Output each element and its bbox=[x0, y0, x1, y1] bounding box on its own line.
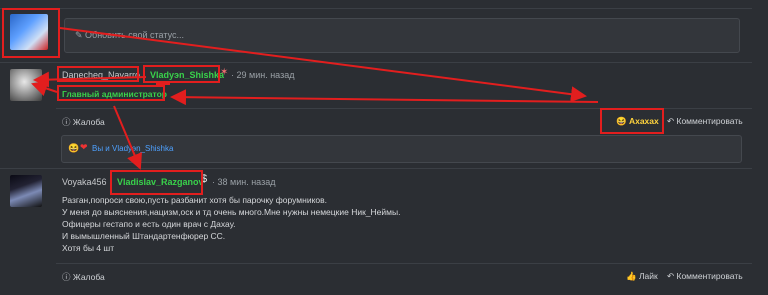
report-icon: ⓘ bbox=[62, 117, 71, 127]
star-icon: ✶ bbox=[220, 67, 229, 78]
top-divider bbox=[0, 8, 752, 9]
post1-report-button[interactable]: ⓘ Жалоба bbox=[62, 116, 105, 128]
post2-line: И вымышленный Штандартенфюрер СС. bbox=[62, 231, 226, 241]
status-input[interactable]: ✎ Обновить свой статус... bbox=[64, 18, 740, 53]
post2-avatar[interactable] bbox=[10, 175, 42, 207]
status-placeholder: ✎ Обновить свой статус... bbox=[75, 30, 184, 40]
post2-time: · 38 мин. назад bbox=[212, 177, 276, 187]
annotation-box bbox=[600, 108, 664, 134]
annotation-box bbox=[57, 85, 165, 101]
pencil-icon: ✎ bbox=[75, 30, 86, 40]
post2-comment-button[interactable]: ↶ Комментировать bbox=[667, 271, 743, 282]
post1-avatar[interactable] bbox=[10, 69, 42, 101]
section-divider bbox=[0, 168, 752, 169]
heart-icon: ❤ bbox=[80, 142, 88, 152]
reactions-bar: 😆 ❤ Вы и Vladyэn_Shishka bbox=[61, 135, 742, 163]
annotation-box bbox=[57, 66, 139, 82]
reply-icon: ↶ bbox=[667, 116, 675, 126]
post2-like-button[interactable]: 👍 Лайк bbox=[626, 271, 658, 282]
reacted-by-link[interactable]: Вы и Vladyэn_Shishka bbox=[92, 144, 173, 153]
post1-comment-button[interactable]: ↶ Комментировать bbox=[667, 116, 743, 127]
post2-divider bbox=[56, 263, 752, 264]
annotation-box bbox=[2, 8, 60, 58]
post2-line: У меня до выяснения,нацизм,оск и тд очен… bbox=[62, 207, 401, 217]
post2-report-button[interactable]: ⓘ Жалоба bbox=[62, 271, 105, 283]
reply-icon: ↶ bbox=[667, 271, 675, 281]
report-icon: ⓘ bbox=[62, 272, 71, 282]
post2-line: Офицеры гестапо и есть один врач с Дахау… bbox=[62, 219, 236, 229]
post2-line: Разган,попроси свою,пусть разбанит хотя … bbox=[62, 195, 327, 205]
laugh-emoji-icon: 😆 bbox=[68, 143, 80, 153]
post2-line: Хотя бы 4 шт bbox=[62, 243, 115, 253]
annotation-box bbox=[143, 65, 220, 83]
scrollbar-track[interactable] bbox=[752, 0, 768, 295]
post2-body: Разган,попроси свою,пусть разбанит хотя … bbox=[62, 194, 712, 254]
post1-time: · 29 мин. назад bbox=[231, 70, 295, 80]
thumbs-up-icon: 👍 bbox=[626, 271, 637, 281]
annotation-box bbox=[110, 170, 203, 195]
section-divider bbox=[0, 62, 752, 63]
post2-author[interactable]: Voyaka456 bbox=[62, 177, 107, 187]
